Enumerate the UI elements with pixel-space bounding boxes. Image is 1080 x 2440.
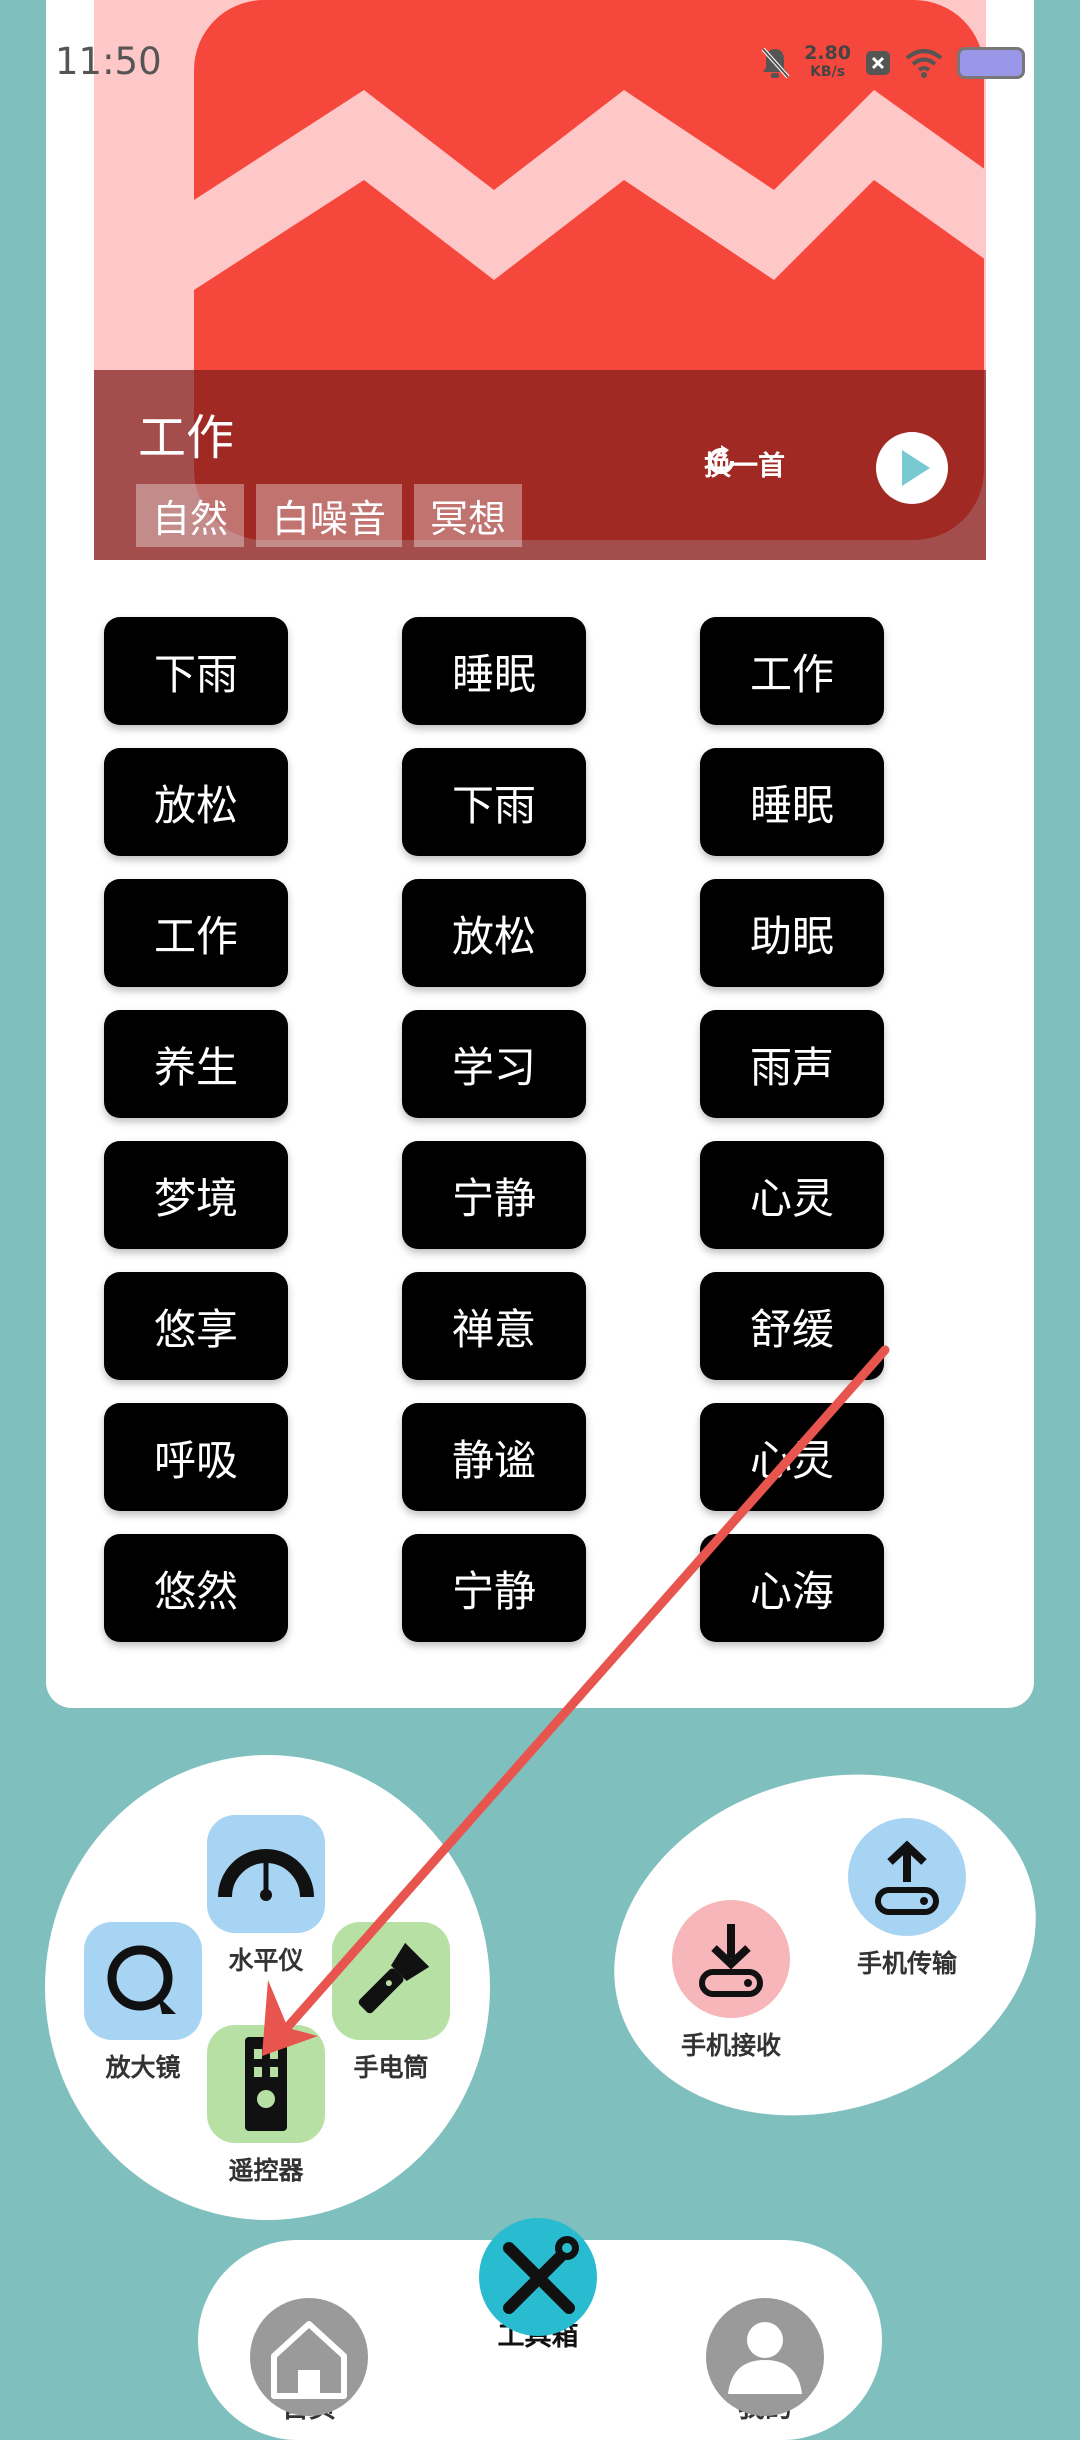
magnifier-tool[interactable]: 放大镜 [84,1922,202,2084]
magnifier-tool-label: 放大镜 [105,2053,181,2082]
tag-chip[interactable]: 雨声 [700,1010,884,1118]
phone-receive-tool[interactable]: 手机接收 [672,1900,790,2062]
home-icon-bg [250,2298,368,2416]
remote-tool-label: 遥控器 [228,2156,304,2185]
net-speed-unit: KB/s [810,64,846,80]
download-icon [699,1924,763,1997]
remote-tool-bg [207,2025,325,2143]
flashlight-tool[interactable]: 手电筒 [332,1922,450,2084]
hero-tag: 冥想 [414,484,523,547]
magnifier-icon [107,1945,176,2014]
tag-chip[interactable]: 工作 [700,617,884,725]
tag-chip[interactable]: 呼吸 [104,1403,288,1511]
level-tool-bg [207,1815,325,1933]
tag-chip[interactable]: 宁静 [402,1534,586,1642]
tag-chip[interactable]: 学习 [402,1010,586,1118]
phone-transfer-tool-label: 手机传输 [856,1949,957,1978]
wifi-icon [905,49,943,78]
nav-home[interactable]: 首页 [250,2298,368,2425]
tag-chip[interactable]: 悠享 [104,1272,288,1380]
status-time: 11:50 [55,40,162,83]
net-speed: 2.80 KB/s [804,44,851,82]
toolbox-icon-bg [479,2218,597,2336]
tag-chip[interactable]: 心灵 [700,1141,884,1249]
tag-chip[interactable]: 禅意 [402,1272,586,1380]
status-bar: 11:50 2.80 KB/s [0,0,1080,120]
remote-tool[interactable]: 遥控器 [207,2025,325,2187]
tag-chip[interactable]: 心灵 [700,1403,884,1511]
home-icon [271,2321,347,2399]
flashlight-icon [358,1942,430,2014]
nav-mine[interactable]: 我的 [706,2298,824,2425]
hero-info-panel: 工作 自然 白噪音 冥想 换一首 [94,370,986,560]
gauge-icon [218,1849,314,1901]
magnifier-tool-bg [84,1922,202,2040]
net-speed-value: 2.80 [804,42,851,64]
status-icons: 2.80 KB/s [760,38,1025,88]
tag-chip[interactable]: 宁静 [402,1141,586,1249]
phone-receive-tool-bg [672,1900,790,2018]
flashlight-tool-label: 手电筒 [353,2053,429,2082]
upload-icon [875,1840,939,1915]
tag-chip[interactable]: 工作 [104,879,288,987]
play-icon [902,450,930,486]
user-icon [728,2322,802,2394]
hero-title: 工作 [138,410,235,466]
change-track-button[interactable]: 换一首 [704,444,785,483]
tag-chip[interactable]: 静谧 [402,1403,586,1511]
flashlight-tool-bg [332,1922,450,2040]
tools-icon [503,2236,579,2314]
bottom-nav: 首页 工具箱 我的 [198,2218,882,2440]
level-tool-label: 水平仪 [228,1946,304,1975]
phone-transfer-tool[interactable]: 手机传输 [848,1818,966,1980]
level-tool[interactable]: 水平仪 [207,1815,325,1977]
close-box-icon [866,51,890,75]
hero-tag: 白噪音 [256,484,403,547]
tag-chip[interactable]: 下雨 [402,748,586,856]
hero-tags: 自然 白噪音 冥想 [136,484,523,547]
play-button[interactable] [876,432,948,504]
tag-chip[interactable]: 放松 [104,748,288,856]
tag-chip[interactable]: 舒缓 [700,1272,884,1380]
tag-chip[interactable]: 心海 [700,1534,884,1642]
profile-icon-bg [706,2298,824,2416]
tag-chip[interactable]: 下雨 [104,617,288,725]
tag-chip[interactable]: 养生 [104,1010,288,1118]
remote-control-icon [245,2037,287,2131]
refresh-icon [708,445,735,475]
nav-toolbox[interactable]: 工具箱 [479,2218,597,2353]
phone-receive-tool-label: 手机接收 [680,2031,781,2060]
tag-chip[interactable]: 睡眠 [700,748,884,856]
tag-chip[interactable]: 放松 [402,879,586,987]
tag-chip[interactable]: 助眠 [700,879,884,987]
tag-chip[interactable]: 悠然 [104,1534,288,1642]
tool-cluster-right [569,1721,1080,2169]
tag-chip[interactable]: 睡眠 [402,617,586,725]
phone-transfer-tool-bg [848,1818,966,1936]
battery-icon [957,47,1025,79]
mute-bell-icon [761,47,790,79]
hero-tag: 自然 [136,484,245,547]
tag-chip[interactable]: 梦境 [104,1141,288,1249]
